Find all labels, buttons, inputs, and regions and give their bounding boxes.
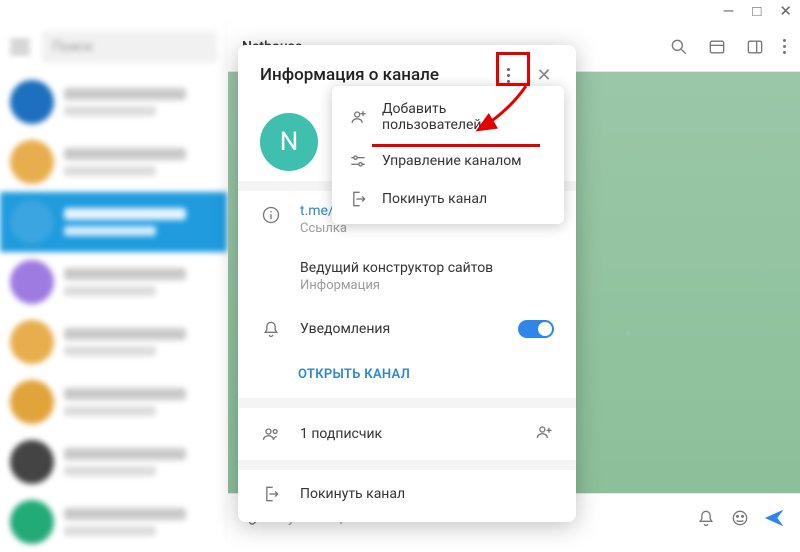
chat-list (0, 72, 227, 552)
layout-icon[interactable] (707, 37, 727, 57)
menu-add-users-label: Добавить пользователей (382, 101, 548, 133)
search-input[interactable]: Поиск (42, 31, 217, 63)
modal-close-button[interactable]: ✕ (530, 61, 558, 89)
window-titlebar: — □ ✕ (0, 0, 800, 22)
leave-icon (348, 189, 368, 209)
add-user-icon (348, 107, 368, 127)
chat-item[interactable] (0, 192, 227, 252)
chat-item[interactable] (0, 492, 227, 552)
notifications-label: Уведомления (300, 321, 500, 337)
chat-item[interactable] (0, 72, 227, 132)
window-close-button[interactable]: ✕ (779, 2, 792, 20)
search-placeholder: Поиск (52, 39, 93, 55)
open-channel-button[interactable]: ОТКРЫТЬ КАНАЛ (238, 353, 576, 398)
modal-title: Информация о канале (260, 65, 439, 85)
chat-item[interactable] (0, 372, 227, 432)
more-icon[interactable] (783, 37, 786, 57)
leave-channel-label: Покинуть канал (300, 486, 405, 502)
modal-more-button[interactable] (494, 61, 522, 89)
more-vertical-icon (507, 68, 510, 83)
emoji-icon[interactable] (730, 508, 750, 528)
menu-manage-channel-label: Управление каналом (382, 153, 522, 169)
sidebar: Поиск (0, 22, 228, 541)
send-icon[interactable] (764, 508, 784, 528)
window-maximize-button[interactable]: □ (752, 2, 761, 20)
description-label: Информация (300, 278, 554, 293)
bell-icon[interactable] (696, 508, 716, 528)
notifications-row[interactable]: Уведомления (238, 305, 576, 353)
subscribers-row[interactable]: 1 подписчик (238, 408, 576, 460)
leave-channel-row[interactable]: Покинуть канал (238, 470, 576, 522)
menu-manage-channel[interactable]: Управление каналом (332, 142, 564, 180)
search-icon[interactable] (669, 37, 689, 57)
chat-item[interactable] (0, 132, 227, 192)
more-dropdown: Добавить пользователей Управление канало… (332, 86, 564, 224)
menu-leave-channel-label: Покинуть канал (382, 191, 487, 207)
window-minimize-button[interactable]: — (723, 2, 735, 20)
channel-description-row: Ведущий конструктор сайтов Информация (238, 248, 576, 305)
notifications-toggle[interactable] (518, 320, 554, 338)
menu-leave-channel[interactable]: Покинуть канал (332, 180, 564, 218)
info-icon (260, 203, 282, 225)
chat-item[interactable] (0, 312, 227, 372)
sidepanel-icon[interactable] (745, 37, 765, 57)
chat-item[interactable] (0, 432, 227, 492)
channel-avatar: N (260, 113, 318, 171)
channel-description: Ведущий конструктор сайтов (300, 260, 554, 276)
bell-icon (260, 319, 282, 339)
people-icon (260, 424, 282, 444)
menu-icon[interactable] (10, 40, 30, 54)
add-member-icon[interactable] (534, 422, 554, 446)
chat-item[interactable] (0, 252, 227, 312)
settings-sliders-icon (348, 151, 368, 171)
leave-icon (260, 484, 282, 504)
subscribers-count: 1 подписчик (300, 426, 382, 442)
menu-add-users[interactable]: Добавить пользователей (332, 92, 564, 142)
